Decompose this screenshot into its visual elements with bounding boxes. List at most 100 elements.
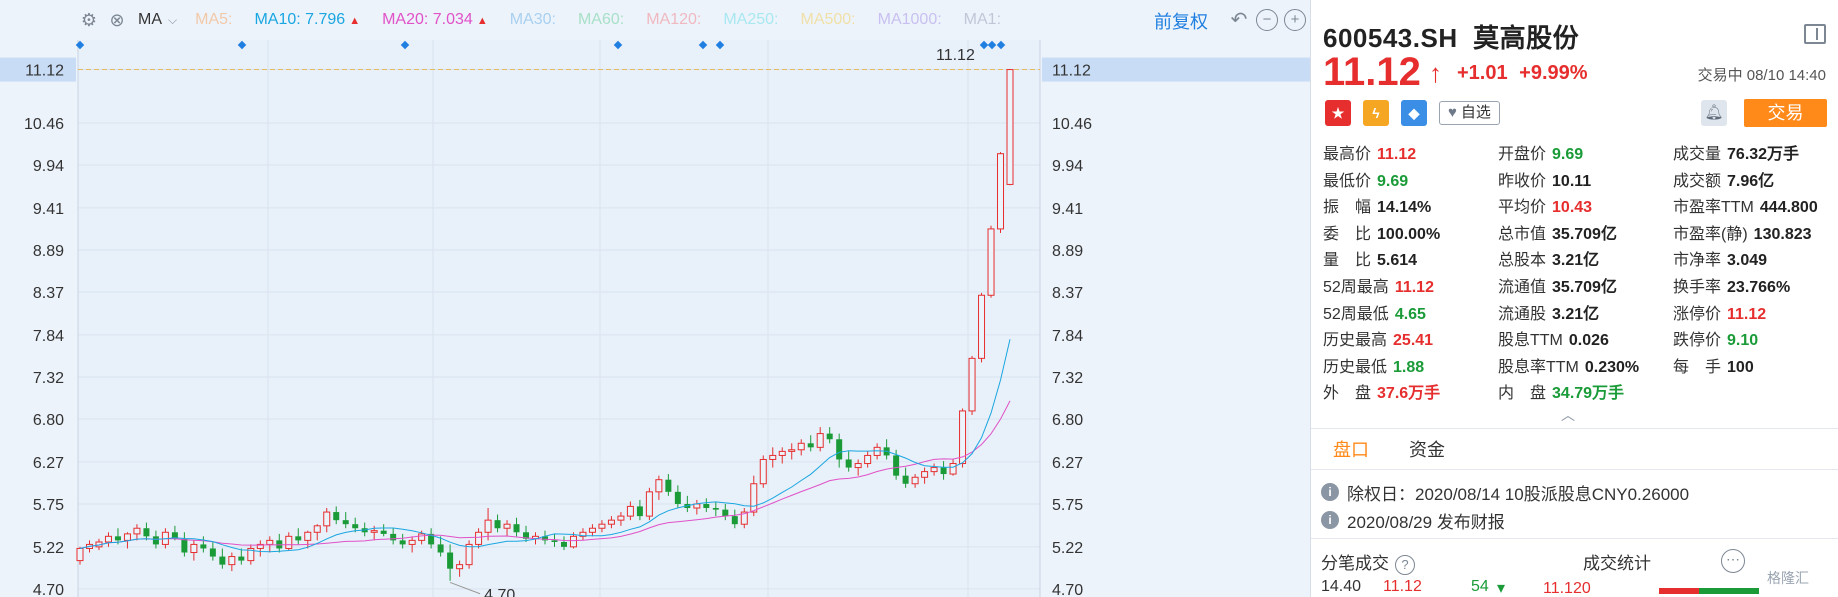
kline-svg[interactable]: 10.46 10.46 9.94 9.94 9.41 9.41 8.89 8.89 8.37 8.… (0, 0, 1310, 597)
stat-value: 35.709亿 (1552, 278, 1617, 296)
stat-value: 10.43 (1552, 199, 1593, 217)
stat-label: 52周最高 (1323, 278, 1389, 296)
help-icon[interactable]: ? (1395, 555, 1415, 575)
stats-row: 历史最低 1.88 股息率TTM 0.230% 每 手 100 (1323, 353, 1833, 380)
stock-name: 莫高股份 (1473, 23, 1580, 53)
candle-body-down (209, 548, 216, 557)
stat-label: 历史最高 (1323, 332, 1388, 350)
stat-cell: 52周最高 11.12 (1323, 273, 1498, 300)
high-price-label: 11.12 (936, 47, 975, 64)
candle-body-up (370, 530, 378, 533)
event-list: i 除权日：2020/08/14 10股派股息CNY0.26000 i 2020/0… (1321, 478, 1689, 534)
stat-value: 0.026 (1568, 332, 1609, 350)
stat-value: 9.69 (1377, 172, 1409, 190)
y-tick-label-left: 5.22 (33, 540, 64, 557)
stat-cell: 开盘价 9.69 (1498, 140, 1673, 167)
candle-body-up (854, 463, 862, 469)
stat-cell: 振 幅 14.14% (1323, 193, 1498, 220)
candle-body-up (503, 523, 511, 529)
collapse-panel-icon[interactable] (1804, 24, 1826, 44)
tab-order-book[interactable]: 盘口 (1333, 436, 1369, 462)
candle-body-up (408, 539, 416, 545)
bell-icon[interactable]: 🔔︎ (1701, 100, 1727, 126)
y-tick-label-right: 5.22 (1052, 540, 1083, 557)
stat-label: 振 幅 (1323, 199, 1372, 217)
stat-label: 开盘价 (1498, 146, 1547, 163)
event-item[interactable]: i 除权日：2020/08/14 10股派股息CNY0.26000 (1321, 478, 1689, 506)
candle-body-up (465, 543, 473, 566)
candle-body-up (997, 153, 1005, 230)
candle-body-up (655, 479, 663, 493)
candle-body-down (560, 541, 567, 547)
candle-body-up (266, 539, 274, 545)
candle-body-up (750, 483, 758, 513)
candle-body-up (228, 556, 236, 566)
y-tick-label-left: 8.89 (33, 243, 64, 260)
stats-row: 最高价 11.12 开盘价 9.69 成交量 76.32万手 (1323, 140, 1833, 167)
candle-body-down (114, 536, 121, 541)
stat-label: 股息率TTM (1498, 358, 1579, 376)
quote-panel: 600543.SH 莫高股份 11.12 ↑ +1.01 +9.99% 交易中 … (1310, 0, 1838, 597)
candle-body-down (437, 544, 444, 553)
candle-body-down (390, 533, 397, 541)
stat-cell: 流通值 35.709亿 (1498, 273, 1673, 300)
candle-body-down (722, 509, 729, 517)
y-tick-label-left: 10.46 (24, 116, 64, 133)
price-change: +1.01 +9.99% (1457, 62, 1588, 85)
stat-value: 100.00% (1377, 225, 1441, 243)
lightning-icon[interactable]: ϟ (1363, 100, 1389, 126)
candle-body-up (911, 476, 919, 485)
trade-button[interactable]: 交易 (1744, 99, 1827, 127)
stat-label: 成交额 (1673, 172, 1722, 190)
candle-body-down (352, 524, 359, 529)
candle-body-up (778, 450, 786, 456)
stat-label: 总股本 (1498, 252, 1547, 270)
stat-value: 3.21亿 (1552, 252, 1600, 270)
up-arrow-icon: ↑ (1429, 58, 1442, 88)
stat-value: 444.800 (1759, 199, 1818, 217)
china-flag-icon[interactable]: ★ (1325, 100, 1351, 126)
tag-icon[interactable]: ◆ (1401, 100, 1427, 126)
y-tick-label-right: 6.27 (1052, 455, 1083, 472)
add-favorite-button[interactable]: ♥ 自选 (1439, 101, 1500, 125)
candle-body-down (674, 491, 681, 504)
candle-body-up (484, 519, 492, 533)
stat-cell: 流通股 3.21亿 (1498, 300, 1673, 327)
stat-value: 14.14% (1377, 199, 1432, 217)
tab-fund-flow[interactable]: 资金 (1409, 436, 1445, 462)
stat-value: 5.614 (1377, 252, 1418, 270)
stat-label: 最低价 (1323, 172, 1372, 190)
stat-value: 1.88 (1393, 358, 1425, 376)
candle-body-down (238, 556, 245, 561)
stat-label: 52周最低 (1323, 305, 1389, 323)
candle-body-up (190, 543, 198, 554)
y-tick-label-right: 8.37 (1052, 285, 1083, 302)
trade-stats-header: 成交统计 (1583, 554, 1651, 573)
event-item[interactable]: i 2020/08/29 发布财报 (1321, 506, 1689, 534)
stat-cell: 市净率 3.049 (1673, 246, 1833, 273)
candle-body-down (551, 540, 558, 542)
stats-row: 最低价 9.69 昨收价 10.11 成交额 7.96亿 (1323, 167, 1833, 194)
candle-body-down (731, 516, 738, 525)
more-icon[interactable]: ⋯ (1721, 549, 1745, 573)
stat-cell: 最高价 11.12 (1323, 140, 1498, 167)
stat-cell: 市盈率TTM 444.800 (1673, 193, 1833, 220)
candle-body-up (873, 446, 881, 456)
stat-value: 34.79万手 (1552, 385, 1625, 403)
stat-value: 23.766% (1727, 278, 1791, 296)
y-tick-label-right: 10.46 (1052, 116, 1092, 133)
candle-body-down (902, 475, 909, 484)
stat-value: 9.10 (1727, 332, 1759, 350)
low-price-label: 4.70 (484, 587, 515, 597)
stock-code: 600543.SH (1323, 23, 1458, 53)
candle-body-up (123, 533, 131, 541)
kline-chart-area[interactable]: ⚙ ⊗ MA ⌵ MA5: MA10: 7.796 ▲ MA20: 7.034 ▲ MA3… (0, 0, 1310, 597)
collapse-stats-icon[interactable]: ︿ (1561, 405, 1575, 425)
candle-body-down (712, 508, 719, 510)
stat-label: 最高价 (1323, 146, 1372, 163)
stats-row: 委 比 100.00% 总市值 35.709亿 市盈率(静) 130.823 (1323, 220, 1833, 247)
stat-cell: 量 比 5.614 (1323, 246, 1498, 273)
candle-body-up (285, 535, 293, 549)
candle-body-up (475, 531, 483, 545)
stats-row: 52周最低 4.65 流通股 3.21亿 涨停价 11.12 (1323, 300, 1833, 327)
